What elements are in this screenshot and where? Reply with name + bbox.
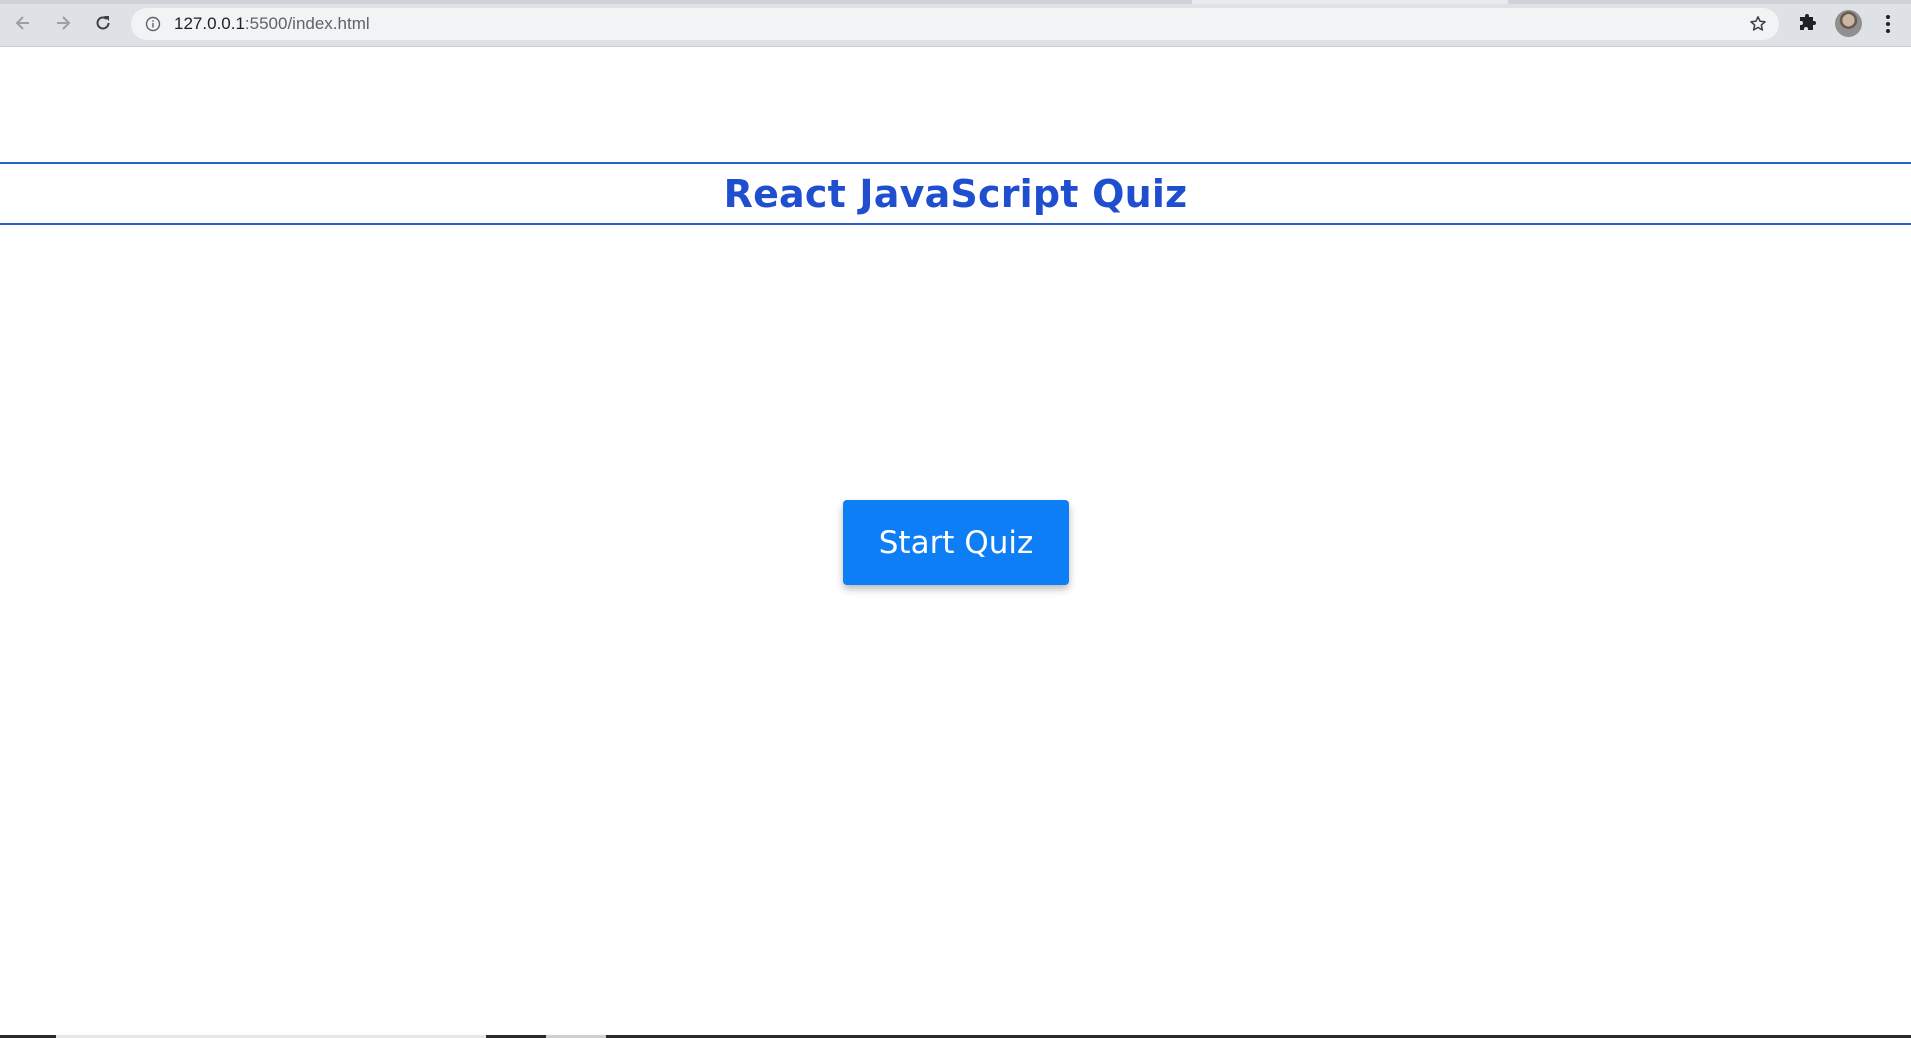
url-path: :5500/index.html [244,14,370,33]
start-quiz-button[interactable]: Start Quiz [843,500,1069,585]
arrow-left-icon [15,16,29,30]
forward-button[interactable] [49,9,77,37]
arrow-right-icon [57,16,71,30]
url-host: 127.0.0.1 [174,14,245,33]
page-header: React JavaScript Quiz [0,162,1911,225]
reload-icon [96,16,110,30]
kebab-menu-icon[interactable] [1878,13,1898,35]
puzzle-icon[interactable] [1797,13,1819,35]
info-icon[interactable] [145,16,161,32]
browser-toolbar: 127.0.0.1:5500/index.html [0,0,1911,47]
url-text[interactable]: 127.0.0.1:5500/index.html [174,15,370,33]
tab-strip [0,0,1911,4]
star-icon[interactable] [1749,15,1767,33]
profile-avatar[interactable] [1835,10,1862,37]
tab-strip-segment [1192,0,1508,4]
page-title: React JavaScript Quiz [723,171,1188,216]
back-button[interactable] [9,9,37,37]
address-bar[interactable]: 127.0.0.1:5500/index.html [131,8,1779,40]
reload-button[interactable] [89,9,117,37]
